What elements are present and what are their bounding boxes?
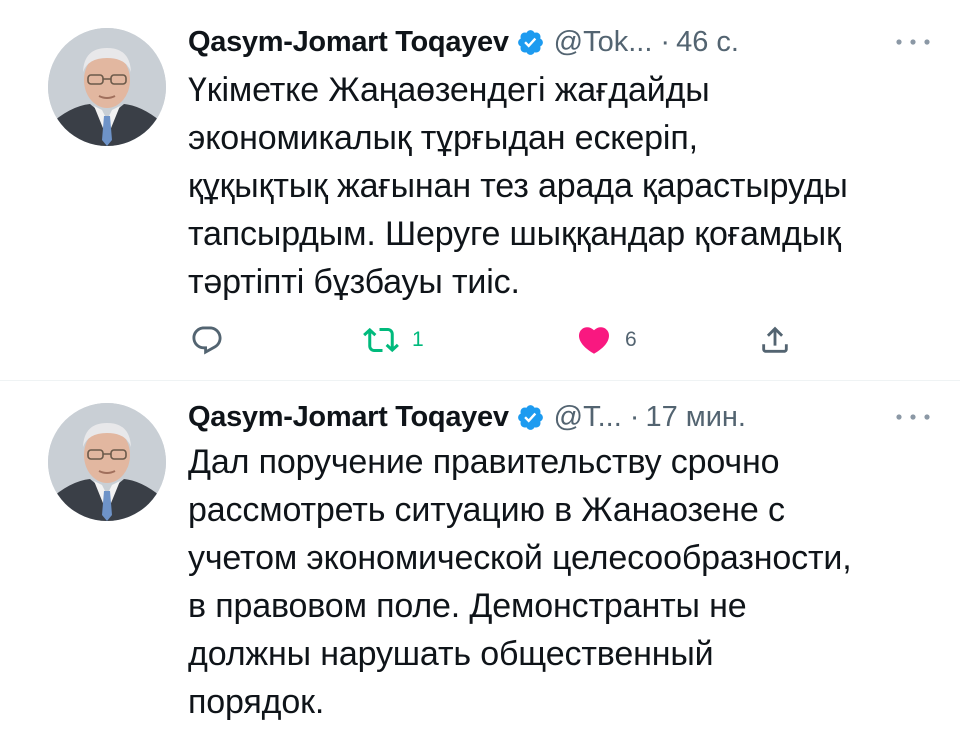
retweet-button[interactable]: 1 (363, 318, 424, 362)
more-dots-icon (896, 39, 930, 45)
tweet-timestamp[interactable]: 17 мин. (645, 399, 746, 435)
share-button[interactable] (758, 318, 792, 362)
tweet-text: Үкіметке Жаңаөзендегі жағдайды экономика… (188, 66, 920, 306)
author-name[interactable]: Qasym-Jomart Toqayev (188, 399, 509, 435)
meta-separator: · (629, 401, 640, 433)
retweet-icon (363, 327, 399, 353)
tweet-text-line: должны нарушать общественный (188, 635, 714, 673)
avatar-photo (48, 28, 166, 146)
like-count: 6 (625, 328, 637, 351)
heart-icon (578, 327, 610, 354)
tweet-timestamp[interactable]: 46 с. (676, 24, 739, 60)
reply-button[interactable] (190, 318, 224, 362)
tweet[interactable]: Qasym-Jomart Toqayev @T... · 17 мин. Дал… (0, 381, 960, 742)
author-handle[interactable]: @Tok... (554, 24, 653, 60)
tweet-text-line: тәртіпті бұзбауы тиіс. (188, 263, 520, 301)
meta-separator: · (660, 26, 671, 58)
avatar[interactable] (48, 403, 166, 521)
verified-badge-icon (517, 29, 543, 55)
share-icon (762, 326, 788, 353)
tweet-text-line: тапсырдым. Шеруге шыққандар қоғамдық (188, 215, 841, 253)
tweet-text-line: рассмотреть ситуацию в Жанаозене с (188, 491, 785, 529)
tweet[interactable]: Qasym-Jomart Toqayev @Tok... · 46 с. Үкі… (0, 0, 960, 380)
avatar[interactable] (48, 28, 166, 146)
more-options-button[interactable] (890, 24, 936, 60)
tweet-text-line: құқықтық жағынан тез арада қарастыруды (188, 167, 848, 205)
tweet-text-line: Үкіметке Жаңаөзендегі жағдайды (188, 71, 710, 109)
retweet-count: 1 (412, 328, 424, 351)
tweet-text: Дал поручение правительству срочно рассм… (188, 438, 920, 726)
author-handle[interactable]: @T... (554, 399, 622, 435)
author-name[interactable]: Qasym-Jomart Toqayev (188, 24, 509, 60)
reply-icon (192, 326, 222, 355)
tweet-text-line: в правовом поле. Демонстранты не (188, 587, 747, 625)
tweet-text-line: учетом экономической целесообразности, (188, 539, 852, 577)
tweet-text-line: Дал поручение правительству срочно (188, 443, 780, 481)
tweet-text-line: порядок. (188, 683, 325, 721)
tweet-header: Qasym-Jomart Toqayev @Tok... · 46 с. (188, 24, 936, 60)
tweet-header: Qasym-Jomart Toqayev @T... · 17 мин. (188, 399, 936, 435)
like-button[interactable]: 6 (576, 318, 637, 362)
verified-badge-icon (517, 404, 543, 430)
more-options-button[interactable] (890, 399, 936, 435)
more-dots-icon (896, 414, 930, 420)
avatar-photo (48, 403, 166, 521)
tweet-text-line: экономикалық тұрғыдан ескеріп, (188, 119, 698, 157)
tweet-actions: 1 6 (190, 318, 810, 362)
